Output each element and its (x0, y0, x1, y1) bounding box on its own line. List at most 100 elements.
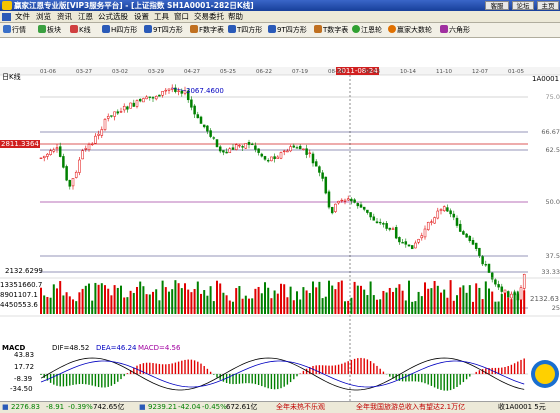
candle-body (327, 191, 331, 208)
title-bar: 赢家江恩专业版[VIP3服务平台] - [上证指数 SH1A0001-282日K… (0, 0, 560, 11)
tool-gann-wheel[interactable]: 江恩轮 (352, 23, 382, 38)
candle-body (68, 180, 72, 187)
sh-index-volume: 742.65亿 (93, 403, 125, 411)
tool-winner-wheel[interactable]: 赢家大数轮 (388, 23, 432, 38)
volume-bar (203, 290, 206, 314)
square-icon (144, 25, 152, 33)
menu-window[interactable]: 窗口 (174, 11, 189, 23)
tool-hexagon[interactable]: 六角形 (440, 23, 470, 38)
volume-bar (212, 301, 215, 314)
volume-bar (276, 293, 279, 314)
tool-kline[interactable]: K线 (70, 23, 91, 38)
app-logo-icon (2, 1, 12, 10)
macd-axis-label: -8.39 (14, 375, 33, 383)
candle-body (497, 284, 500, 288)
candle-body (430, 221, 433, 223)
volume-bar (363, 289, 366, 314)
candle-body (225, 151, 228, 154)
news-ticker-1[interactable]: 全年未热不乐观 (276, 402, 325, 413)
volume-bar (312, 281, 314, 314)
homepage-button[interactable]: 主页 (537, 1, 559, 10)
volume-bar (251, 298, 254, 314)
tool-t-square[interactable]: T四方形 (228, 23, 262, 38)
gann-level-37: 37.5 (545, 252, 560, 260)
candle-body (84, 148, 88, 150)
volume-bar (88, 283, 90, 314)
customer-service-button[interactable]: 客服 (485, 1, 509, 10)
menu-browse[interactable]: 浏览 (36, 11, 51, 23)
volume-bar (113, 285, 116, 314)
candle-body (295, 147, 299, 149)
volume-bar (436, 285, 439, 314)
candle-body (266, 160, 270, 162)
kline-chart[interactable]: 日K线 1A0001 3067.4600 2811.3364 2011-08-2… (0, 38, 560, 401)
menu-gann[interactable]: 江恩 (78, 11, 93, 23)
window-title: 赢家江恩专业版[VIP3服务平台] - [上证指数 SH1A0001-282日K… (14, 1, 254, 10)
candle-body (142, 98, 145, 103)
candle-body (119, 111, 123, 113)
candle-body (510, 293, 513, 299)
tool-sector[interactable]: 板块 (38, 23, 61, 38)
volume-bar (219, 283, 222, 314)
volume-bar (232, 301, 234, 314)
menu-file[interactable]: 文件 (15, 11, 30, 23)
candle-body (439, 209, 443, 211)
tool-t-table[interactable]: T数字表 (314, 23, 348, 38)
candle-body (318, 166, 321, 173)
sh-index-percent: -0.39% (68, 403, 93, 411)
candle-body (161, 90, 164, 96)
candle-body (366, 209, 369, 213)
volume-bar (321, 298, 324, 314)
volume-bar (187, 289, 190, 314)
volume-bar (65, 292, 68, 314)
tool-quotes[interactable]: 行情 (3, 23, 26, 38)
candle-body (414, 242, 417, 249)
candle-body (244, 143, 248, 149)
candle-body (334, 203, 337, 212)
tool-9t-square-2[interactable]: 9T四方形 (268, 23, 307, 38)
menu-trade[interactable]: 交易委托 (194, 11, 224, 23)
menu-settings[interactable]: 设置 (134, 11, 149, 23)
news-ticker-2[interactable]: 全年我国旅游总收入有望达2.1万亿 (356, 402, 465, 413)
candle-body (215, 139, 219, 148)
menu-info[interactable]: 资讯 (57, 11, 72, 23)
volume-axis-label: 13351660.7 (0, 281, 43, 289)
menu-help[interactable]: 帮助 (228, 11, 243, 23)
forum-button[interactable]: 论坛 (512, 1, 534, 10)
candle-body (177, 90, 180, 92)
volume-bar (100, 283, 103, 314)
candle-body (113, 111, 116, 117)
low-price-label: 2132.6299 (5, 267, 43, 275)
volume-bar (155, 289, 158, 314)
candle-body (241, 146, 244, 148)
tool-f-table[interactable]: F数字表 (190, 23, 224, 38)
candle-body (90, 143, 94, 146)
candle-body (254, 145, 257, 150)
volume-bar (264, 282, 266, 314)
volume-bar (315, 287, 318, 314)
toolbar: 行情 板块 K线 H四方形 9T四方形 F数字表 T四方形 9T四方形 T数字表… (0, 23, 560, 38)
menu-formula[interactable]: 公式选股 (98, 11, 128, 23)
volume-bar (110, 295, 113, 314)
volume-bar (235, 288, 238, 314)
tool-9t-square[interactable]: 9T四方形 (144, 23, 183, 38)
volume-bar (190, 292, 193, 314)
volume-bar (347, 300, 350, 314)
volume-bar (142, 286, 145, 314)
volume-bar (507, 297, 510, 314)
sz-index-value: 9239.21 (148, 403, 177, 411)
menu-tools[interactable]: 工具 (154, 11, 169, 23)
candle-body (55, 147, 59, 150)
volume-bar (465, 292, 468, 314)
volume-bar (129, 290, 132, 314)
status-right-text: 收1A0001 5元 (498, 403, 546, 411)
volume-bar (270, 298, 273, 314)
volume-bar (168, 291, 170, 314)
volume-bar (497, 301, 500, 314)
candle-body (474, 242, 478, 249)
tool-h-square[interactable]: H四方形 (102, 23, 137, 38)
volume-bar (56, 288, 58, 314)
square-icon (268, 25, 276, 33)
volume-bar (62, 295, 65, 314)
volume-axis-label: 4450553.6 (0, 301, 38, 309)
